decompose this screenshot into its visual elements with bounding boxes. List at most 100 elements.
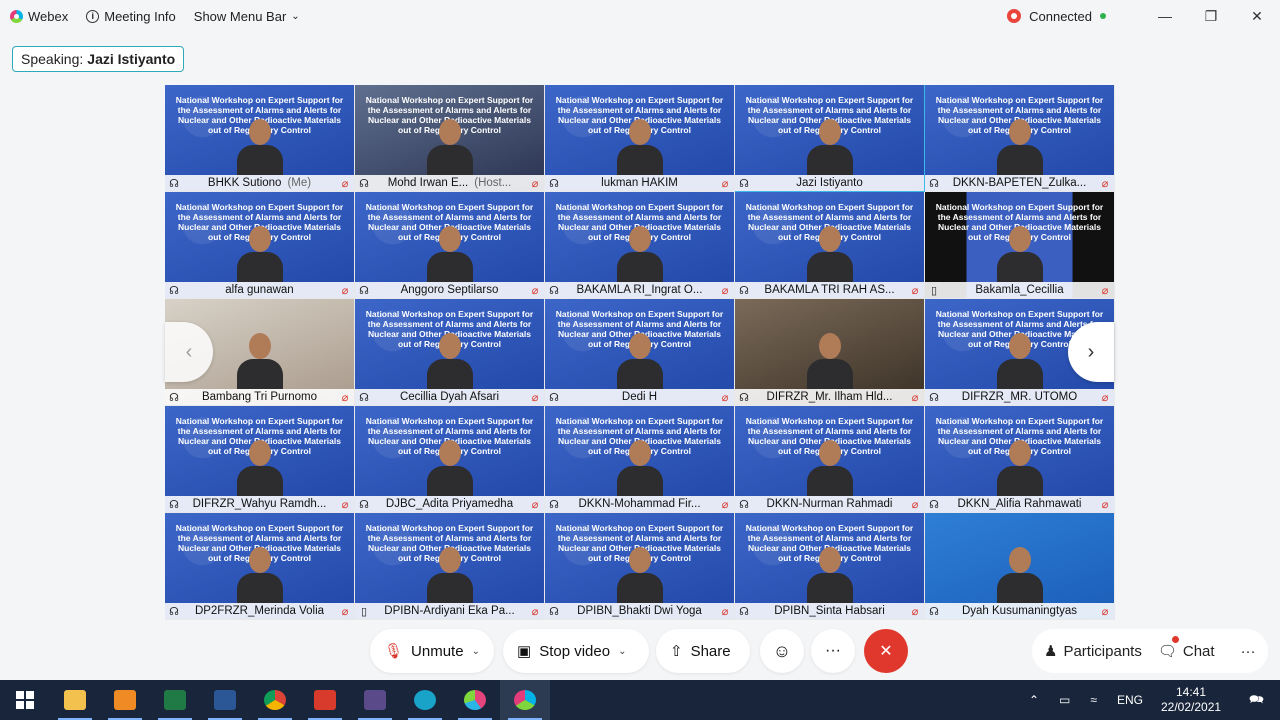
- chevron-down-icon[interactable]: ⌄: [618, 646, 626, 657]
- mic-muted-icon: ⌀: [341, 391, 349, 404]
- taskbar-word[interactable]: [200, 680, 250, 720]
- reactions-button[interactable]: ☺: [760, 629, 804, 673]
- computer-audio-icon: ☊: [929, 391, 939, 404]
- taskbar-app-orange[interactable]: [100, 680, 150, 720]
- taskbar-app-purple[interactable]: [350, 680, 400, 720]
- participant-tile[interactable]: National Workshop on Expert Support for …: [355, 299, 545, 406]
- taskbar-webex[interactable]: [500, 680, 550, 720]
- participant-name-bar: ☊ BAKAMLA RI_Ingrat O... ⌀: [545, 282, 734, 298]
- participant-tile[interactable]: National Workshop on Expert Support for …: [545, 299, 735, 406]
- participant-name-text: DJBC_Adita Priyamedha: [385, 498, 514, 510]
- participant-tile[interactable]: National Workshop on Expert Support for …: [735, 513, 925, 620]
- participant-name-text: BAKAMLA RI_Ingrat O...: [576, 284, 703, 296]
- participant-tile[interactable]: National Workshop on Expert Support for …: [165, 513, 355, 620]
- participant-name-text: Cecillia Dyah Afsari: [399, 391, 500, 403]
- participant-name: Bakamla_Cecillia: [943, 284, 1096, 296]
- battery-icon[interactable]: ▭: [1059, 693, 1070, 707]
- computer-audio-icon: ☊: [169, 391, 179, 404]
- more-options-button[interactable]: ···: [811, 629, 855, 673]
- participant-tile[interactable]: National Workshop on Expert Support for …: [735, 192, 925, 299]
- participant-name-bar: ☊ DIFRZR_Mr. Ilham Hld... ⌀: [735, 389, 924, 405]
- participant-name: Bambang Tri Purnomo: [183, 391, 336, 403]
- participant-tile[interactable]: National Workshop on Expert Support for …: [165, 192, 355, 299]
- computer-audio-icon: ☊: [169, 605, 179, 618]
- participant-video: [996, 440, 1043, 496]
- unmute-button[interactable]: 🎙 Unmute ⌄: [370, 629, 494, 673]
- participant-tile[interactable]: National Workshop on Expert Support for …: [545, 513, 735, 620]
- participant-name: DPIBN-Ardiyani Eka Pa...: [373, 605, 526, 617]
- participant-tile[interactable]: National Workshop on Expert Support for …: [355, 513, 545, 620]
- participant-tile[interactable]: National Workshop on Expert Support for …: [545, 192, 735, 299]
- participant-name-text: DPIBN_Sinta Habsari: [774, 605, 885, 617]
- participant-role: (Host...: [474, 177, 512, 189]
- participant-tile[interactable]: National Workshop on Expert Support for …: [165, 406, 355, 513]
- participant-name-bar: ☊ DIFRZR_MR. UTOMO ⌀: [925, 389, 1114, 405]
- participant-tile[interactable]: National Workshop on Expert Support for …: [165, 85, 355, 192]
- participant-name-text: DPIBN-Ardiyani Eka Pa...: [384, 605, 515, 617]
- minimize-button[interactable]: —: [1142, 0, 1188, 32]
- participant-name-text: Bambang Tri Purnomo: [201, 391, 318, 403]
- taskbar-app-colorful[interactable]: [450, 680, 500, 720]
- participant-tile[interactable]: National Workshop on Expert Support for …: [925, 85, 1115, 192]
- participant-name: DPIBN_Sinta Habsari: [753, 605, 906, 617]
- computer-audio-icon: ☊: [169, 498, 179, 511]
- participant-name-bar: ☊ Jazi Istiyanto: [735, 175, 924, 191]
- start-button[interactable]: [0, 680, 50, 720]
- participants-button[interactable]: ♟ Participants: [1044, 642, 1142, 661]
- participant-tile[interactable]: National Workshop on Expert Support for …: [735, 406, 925, 513]
- clock[interactable]: 14:41 22/02/2021: [1161, 685, 1221, 715]
- participant-tile[interactable]: National Workshop on Expert Support for …: [925, 406, 1115, 513]
- more-panels-button[interactable]: ···: [1241, 643, 1256, 660]
- chat-button[interactable]: 🗨 Chat: [1158, 636, 1215, 660]
- computer-audio-icon: ☊: [739, 284, 749, 297]
- recording-icon[interactable]: [1007, 9, 1022, 23]
- share-icon: ⇧: [670, 643, 683, 660]
- stop-video-button[interactable]: ▣ Stop video ⌄: [503, 629, 649, 673]
- show-menu-bar-button[interactable]: Show Menu Bar ⌄: [194, 9, 300, 24]
- chevron-down-icon[interactable]: ⌄: [472, 646, 480, 657]
- participant-name-bar: ☊ DPIBN_Sinta Habsari ⌀: [735, 603, 924, 619]
- taskbar-chrome[interactable]: [250, 680, 300, 720]
- taskbar-app-blue[interactable]: [400, 680, 450, 720]
- computer-audio-icon: ☊: [549, 605, 559, 618]
- participant-video: [236, 440, 283, 496]
- participant-name: lukman HAKIM: [563, 177, 716, 189]
- participant-tile[interactable]: National Workshop on Expert Support for …: [545, 85, 735, 192]
- mic-muted-icon: ⌀: [531, 177, 539, 190]
- mic-muted-icon: ⌀: [1101, 177, 1109, 190]
- meeting-info-button[interactable]: i Meeting Info: [86, 9, 176, 24]
- taskbar-app-red[interactable]: [300, 680, 350, 720]
- wifi-icon[interactable]: ≈: [1090, 693, 1097, 707]
- webex-app-menu[interactable]: Webex: [10, 9, 68, 24]
- participant-tile[interactable]: National Workshop on Expert Support for …: [355, 85, 545, 192]
- taskbar-file-explorer[interactable]: [50, 680, 100, 720]
- participant-tile[interactable]: ☊ DIFRZR_Mr. Ilham Hld... ⌀: [735, 299, 925, 406]
- taskbar-excel[interactable]: [150, 680, 200, 720]
- participant-video: [616, 333, 663, 389]
- participant-name-text: Dedi H: [621, 391, 658, 403]
- participant-tile[interactable]: ☊ Dyah Kusumaningtyas ⌀: [925, 513, 1115, 620]
- participant-tile[interactable]: National Workshop on Expert Support for …: [735, 85, 925, 192]
- participant-name-bar: ☊ DKKN-Nurman Rahmadi ⌀: [735, 496, 924, 512]
- share-button[interactable]: ⇧ Share: [656, 629, 750, 673]
- chevron-down-icon: ⌄: [291, 10, 300, 22]
- connection-status: Connected: [1029, 8, 1092, 24]
- computer-audio-icon: ☊: [549, 177, 559, 190]
- participant-name-text: BAKAMLA TRI RAH AS...: [764, 284, 895, 296]
- participant-name-bar: ☊ Dyah Kusumaningtyas ⌀: [925, 603, 1114, 619]
- participant-tile[interactable]: National Workshop on Expert Support for …: [545, 406, 735, 513]
- participant-tile[interactable]: National Workshop on Expert Support for …: [355, 406, 545, 513]
- video-grid: National Workshop on Expert Support for …: [165, 85, 1115, 620]
- mic-muted-icon: ⌀: [531, 284, 539, 297]
- chevron-up-icon[interactable]: ⌃: [1029, 693, 1039, 707]
- participant-tile[interactable]: National Workshop on Expert Support for …: [925, 192, 1115, 299]
- language-indicator[interactable]: ENG: [1117, 693, 1143, 707]
- mic-muted-icon: ⌀: [721, 177, 729, 190]
- restore-button[interactable]: ❐: [1188, 0, 1234, 32]
- webex-logo-icon: [514, 690, 536, 710]
- notifications-icon[interactable]: 🗪: [1249, 690, 1264, 711]
- close-button[interactable]: ✕: [1234, 0, 1280, 32]
- more-icon: ···: [1240, 642, 1256, 660]
- end-call-button[interactable]: ✕: [864, 629, 908, 673]
- participant-tile[interactable]: National Workshop on Expert Support for …: [355, 192, 545, 299]
